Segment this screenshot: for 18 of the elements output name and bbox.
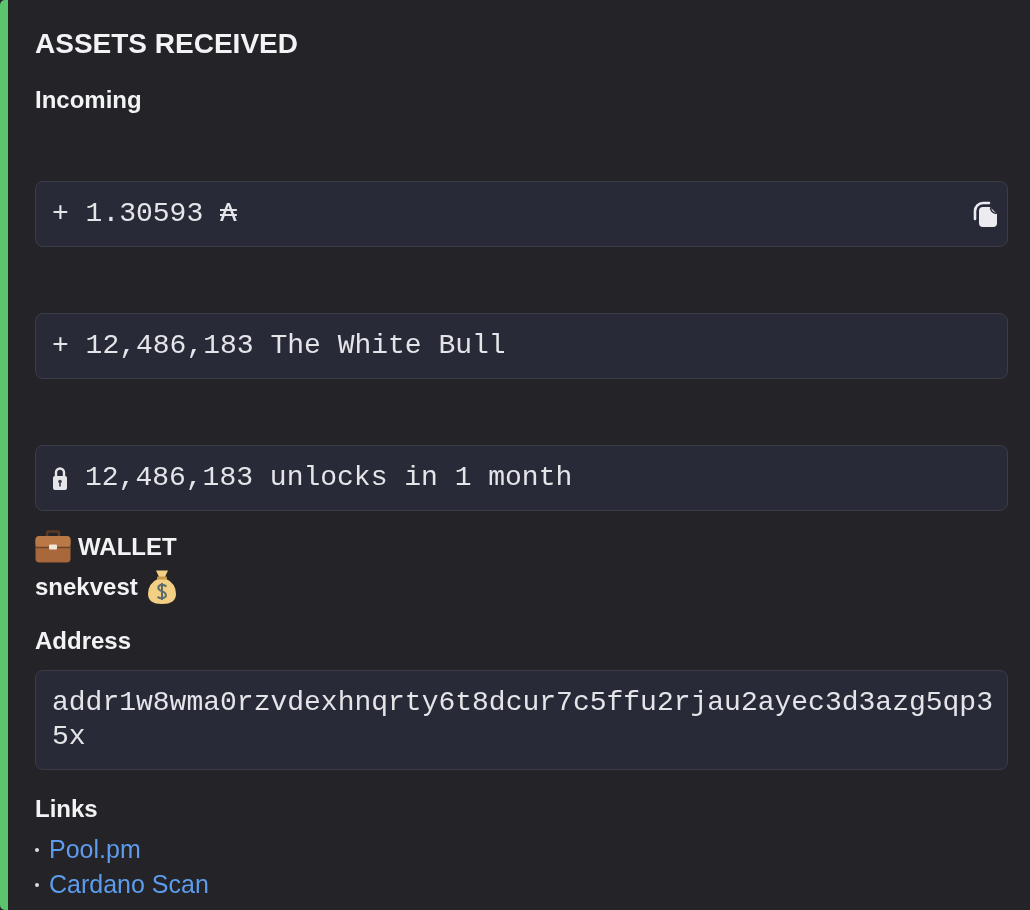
lock-icon bbox=[52, 465, 68, 491]
field-name: Incoming bbox=[35, 85, 143, 115]
wallet-heading: WALLET bbox=[78, 531, 177, 562]
address-text: addr1w8wma0rzvdexhnqrty6t8dcur7c5ffu2rjau2ayec3d3azg5qp35x bbox=[52, 686, 994, 754]
amount-text: + 1.30593 ₳ bbox=[52, 197, 237, 231]
link[interactable]: Pool.pm bbox=[49, 832, 141, 867]
briefcase-icon bbox=[35, 530, 71, 563]
field-name: Address bbox=[35, 626, 133, 656]
unlock-text: 12,486,183 unlocks in 1 month bbox=[85, 461, 573, 495]
money-bag-icon bbox=[145, 569, 178, 605]
bullet-icon bbox=[35, 847, 39, 852]
amount-text: + 12,486,183 The White Bull bbox=[52, 329, 506, 363]
bullet-icon bbox=[35, 882, 39, 887]
copy-icon[interactable] bbox=[972, 200, 998, 228]
link[interactable]: Cardano Scan bbox=[49, 867, 209, 902]
embed-title: ASSETS RECEIVED bbox=[35, 27, 299, 61]
wallet-name: snekvest bbox=[35, 572, 138, 602]
field-name: Links bbox=[35, 794, 99, 824]
